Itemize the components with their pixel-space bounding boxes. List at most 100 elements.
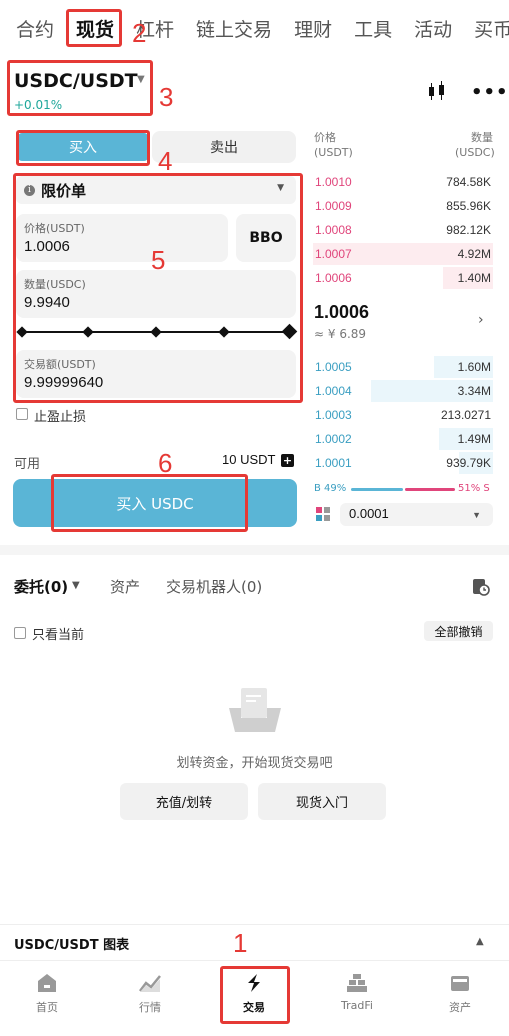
bid-row[interactable]: 1.0005 1.60M [313, 356, 493, 378]
amount-label: 交易额(USDT) [24, 358, 96, 371]
quantity-label: 数量(USDC) [24, 278, 86, 291]
precision-select[interactable]: 0.0001 ▼ [340, 503, 493, 526]
order-type-select[interactable]: i 限价单 ▼ [16, 176, 296, 204]
chevron-down-icon[interactable]: ▼ [72, 580, 80, 591]
nav-tradfi-label: TradFi [341, 999, 373, 1012]
tab-tools[interactable]: 工具 [338, 15, 392, 42]
candlestick-icon[interactable] [428, 80, 446, 102]
only-current-label: 只看当前 [32, 628, 85, 643]
ask-price: 1.0007 [315, 247, 352, 261]
chevron-down-icon: ▼ [277, 183, 284, 193]
available-value: 10 USDT [222, 452, 276, 467]
qty-unit: (USDC) [455, 146, 495, 159]
sell-tab-button[interactable]: 卖出 [152, 131, 296, 163]
bid-row[interactable]: 1.0003 213.0271 [313, 404, 493, 426]
tab-buy-crypto[interactable]: 买币 [458, 15, 509, 42]
last-price-fiat: ≈ ¥ 6.89 [314, 327, 367, 341]
bid-qty: 3.34M [457, 384, 491, 398]
more-icon[interactable]: ••• [471, 82, 509, 103]
nav-markets[interactable]: 行情 [110, 973, 190, 1015]
ask-price: 1.0006 [315, 271, 352, 285]
pair-caret-icon[interactable]: ▼ [137, 74, 145, 85]
annotation-number-1: 1 [233, 928, 248, 958]
section-divider [0, 545, 509, 555]
buy-tab-button[interactable]: 买入 [18, 133, 148, 161]
bid-price: 1.0002 [315, 432, 352, 446]
chevron-right-icon[interactable]: › [478, 312, 484, 328]
chart-bar-divider [0, 924, 509, 925]
tab-spot[interactable]: 现货 [60, 15, 114, 42]
slider-stop-75[interactable] [218, 326, 230, 338]
tab-events[interactable]: 活动 [398, 15, 452, 42]
spot-intro-button[interactable]: 现货入门 [258, 783, 386, 820]
price-input[interactable]: 价格(USDT) 1.0006 [16, 214, 228, 262]
bbo-button[interactable]: BBO [236, 214, 296, 262]
chart-bar-title[interactable]: USDC/USDT 图表 [14, 934, 129, 953]
bid-price: 1.0005 [315, 360, 352, 374]
available-label: 可用 [14, 457, 41, 472]
bid-price: 1.0003 [315, 408, 352, 422]
bid-qty: 1.60M [457, 360, 491, 374]
chevron-up-icon[interactable]: ▲ [476, 936, 484, 947]
price-header: 价格 [314, 131, 336, 144]
orderbook-layout-icon[interactable] [316, 507, 330, 521]
price-unit: (USDT) [314, 146, 353, 159]
bid-qty: 1.49M [457, 432, 491, 446]
ask-qty: 982.12K [446, 223, 491, 237]
slider-handle[interactable] [281, 323, 298, 340]
qty-header: 数量 [471, 131, 493, 144]
nav-assets-label: 资产 [449, 1001, 471, 1014]
tab-earn[interactable]: 理财 [278, 15, 332, 42]
buy-ratio-bar [351, 488, 403, 491]
ask-price: 1.0008 [315, 223, 352, 237]
amount-input[interactable]: 交易额(USDT) 9.99999640 [16, 350, 296, 398]
bid-row[interactable]: 1.0002 1.49M [313, 428, 493, 450]
nav-trade[interactable]: 交易 [214, 973, 294, 1015]
tab-assets[interactable]: 资产 [110, 576, 140, 597]
plus-icon[interactable]: + [281, 454, 294, 467]
pair-change: +0.01% [14, 98, 63, 112]
nav-home[interactable]: 首页 [7, 973, 87, 1015]
sell-ratio-bar [405, 488, 455, 491]
bid-row[interactable]: 1.0001 939.79K [313, 452, 493, 474]
slider-stop-0[interactable] [16, 326, 28, 338]
nav-markets-label: 行情 [139, 1001, 161, 1014]
empty-tray-icon [229, 688, 281, 732]
pair-symbol[interactable]: USDC/USDT [14, 70, 138, 92]
ask-qty: 855.96K [446, 199, 491, 213]
slider-stop-25[interactable] [82, 326, 94, 338]
bid-qty: 213.0271 [440, 408, 491, 422]
tab-trading-bots[interactable]: 交易机器人(0) [166, 576, 262, 597]
slider-stop-50[interactable] [150, 326, 162, 338]
quantity-input[interactable]: 数量(USDC) 9.9940 [16, 270, 296, 318]
ask-row[interactable]: 1.0009 855.96K [313, 195, 493, 217]
bottom-nav: 首页 行情 交易 TradFi 资产 [0, 960, 509, 1036]
tpsl-checkbox[interactable] [16, 408, 28, 420]
ask-qty: 1.40M [457, 271, 491, 285]
nav-assets[interactable]: 资产 [420, 973, 500, 1015]
annotation-number-6: 6 [158, 448, 173, 478]
bid-price: 1.0001 [315, 456, 352, 470]
bid-row[interactable]: 1.0004 3.34M [313, 380, 493, 402]
history-icon[interactable] [472, 578, 490, 596]
orderbook-price-header: 价格 (USDT) [314, 130, 353, 160]
ask-row[interactable]: 1.0006 1.40M [313, 267, 493, 289]
bid-price: 1.0004 [315, 384, 352, 398]
nav-tradfi[interactable]: TradFi [317, 973, 397, 1012]
buy-usdc-button[interactable]: 买入 USDC [13, 479, 297, 527]
ask-qty: 784.58K [446, 175, 491, 189]
tab-open-orders[interactable]: 委托(0) [14, 576, 68, 597]
tab-contract[interactable]: 合约 [0, 15, 54, 42]
ask-row[interactable]: 1.0008 982.12K [313, 219, 493, 241]
ask-row[interactable]: 1.0010 784.58K [313, 171, 493, 193]
bid-qty: 939.79K [446, 456, 491, 470]
deposit-transfer-button[interactable]: 充值/划转 [120, 783, 248, 820]
cancel-all-button[interactable]: 全部撤销 [424, 621, 493, 641]
tab-margin[interactable]: 杠杆 [120, 15, 174, 42]
ask-row[interactable]: 1.0007 4.92M [313, 243, 493, 265]
only-current-checkbox[interactable] [14, 627, 26, 639]
wallet-icon [451, 976, 469, 991]
tab-onchain[interactable]: 链上交易 [180, 15, 272, 42]
amount-value: 9.99999640 [24, 374, 104, 391]
nav-trade-label: 交易 [243, 1001, 265, 1014]
